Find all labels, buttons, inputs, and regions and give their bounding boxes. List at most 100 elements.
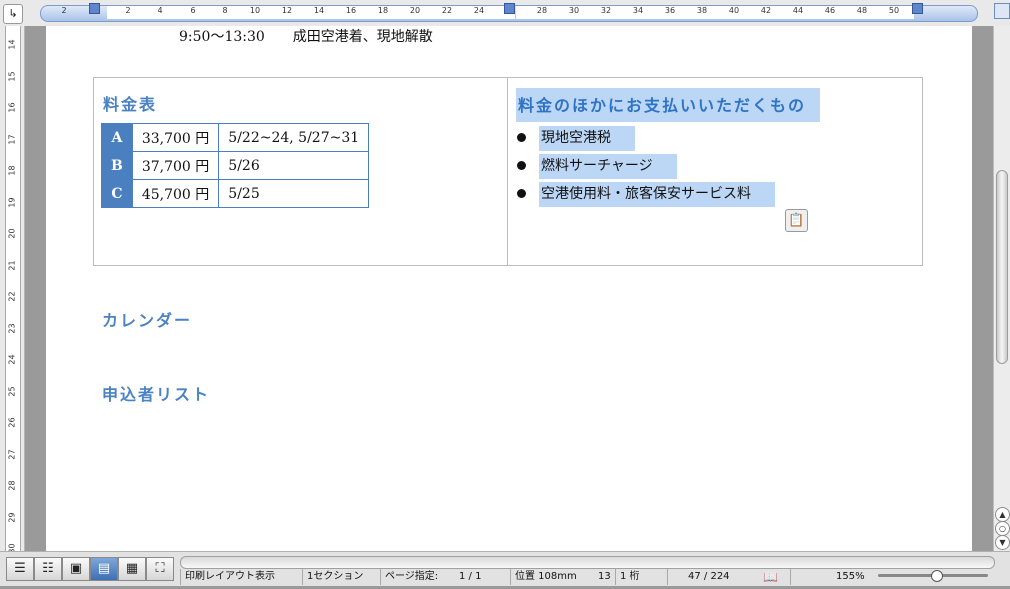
ruler-tick-label: 44: [792, 6, 804, 15]
ruler-tick-label: 22: [441, 6, 453, 15]
list-item-text: 燃料サーチャージ: [539, 154, 677, 179]
vertical-ruler[interactable]: 141516171819202122232425262728293031: [0, 26, 25, 585]
ruler-tick-label: 4: [157, 6, 163, 15]
list-item[interactable]: 空港使用料・旅客保安サービス料: [516, 182, 775, 207]
ruler-tick-label: 20: [409, 6, 421, 15]
ruler-tick-label: 2: [125, 6, 131, 15]
zoom-slider-knob[interactable]: [931, 570, 943, 582]
line-number: 13: [598, 571, 611, 582]
table-row[interactable]: B 37,700 円 5/26: [101, 151, 370, 180]
vertical-ruler-tick-label: 23: [7, 322, 17, 334]
plan-dates: 5/25: [218, 179, 370, 208]
horizontal-ruler[interactable]: ↳ 2 2 4 6 8 10 12 14 16 18 20 22 24 28 30 32 34 36 38 40 42 4…: [0, 0, 1010, 27]
table-row[interactable]: A 33,700 円 5/22~24, 5/27~31: [101, 123, 370, 152]
vertical-ruler-tick-label: 26: [7, 417, 17, 428]
vertical-ruler-tick-label: 25: [7, 385, 17, 397]
column-number: 1 桁: [615, 569, 640, 585]
applicant-list-heading: 申込者リスト: [102, 385, 211, 404]
section-label: 1セクション: [302, 569, 363, 585]
browse-object-icon[interactable]: ○: [995, 521, 1010, 536]
draft-view-button[interactable]: ☰: [6, 557, 34, 581]
vertical-ruler-tick-label: 27: [7, 448, 17, 460]
ruler-tick-label: 46: [824, 6, 836, 15]
bullet-icon: [517, 161, 526, 170]
list-item[interactable]: 燃料サーチャージ: [516, 154, 677, 179]
ruler-toggle-icon[interactable]: [994, 3, 1010, 19]
ruler-tick-label: 32: [600, 6, 612, 15]
plan-letter: A: [101, 123, 133, 152]
vertical-ruler-tick-label: 24: [7, 354, 17, 365]
notebook-layout-button[interactable]: ▦: [118, 557, 146, 581]
publishing-layout-button[interactable]: ▣: [62, 557, 90, 581]
right-indent-marker[interactable]: [912, 3, 923, 14]
plan-price: 45,700 円: [131, 179, 220, 208]
spelling-check-icon[interactable]: 📖: [763, 570, 783, 584]
bullet-icon: [517, 133, 526, 142]
fee-table-heading: 料金表: [103, 95, 158, 114]
list-item-text: 空港使用料・旅客保安サービス料: [539, 182, 775, 207]
left-indent-marker[interactable]: [89, 3, 100, 14]
plan-dates: 5/22~24, 5/27~31: [218, 123, 370, 152]
document-page[interactable]: 9:50〜13:30 成田空港着、現地解散 料金表 A 33,700 円 5/2…: [46, 26, 972, 551]
paste-options-icon[interactable]: 📋: [785, 209, 808, 232]
ruler-tick-label: 8: [222, 6, 228, 15]
status-bar: ☰ ☷ ▣ ▤ ▦ ⛶ 印刷レイアウト表示 1セクション ページ指定: 1 / …: [0, 551, 1010, 586]
vertical-ruler-tick-label: 29: [7, 511, 17, 523]
ruler-tick-label: 36: [664, 6, 676, 15]
document-canvas[interactable]: 9:50〜13:30 成田空港着、現地解散 料金表 A 33,700 円 5/2…: [25, 26, 993, 551]
ruler-tick-label: 48: [856, 6, 868, 15]
column-margin-marker[interactable]: [504, 3, 515, 14]
vertical-scroll-thumb[interactable]: [996, 170, 1008, 364]
ruler-tick-label: 16: [345, 6, 357, 15]
vertical-ruler-tick-label: 16: [7, 102, 17, 113]
extra-charges-heading: 料金のほかにお支払いいただくもの: [516, 88, 821, 122]
plan-letter: C: [101, 179, 133, 208]
vertical-ruler-tick-label: 28: [7, 480, 17, 491]
ruler-tick-label: 24: [473, 6, 485, 15]
position-label: 位置 108mm: [510, 569, 577, 585]
next-page-icon[interactable]: ▼: [995, 535, 1010, 550]
calendar-heading: カレンダー: [102, 311, 193, 330]
previous-page-icon[interactable]: ▲: [995, 507, 1010, 522]
vertical-ruler-tick-label: 18: [7, 165, 17, 176]
vertical-ruler-tick-label: 17: [7, 133, 17, 145]
horizontal-scrollbar[interactable]: [180, 556, 995, 569]
list-item[interactable]: 現地空港税: [516, 126, 635, 151]
zoom-level: 155%: [790, 569, 865, 585]
ruler-tick-label: 18: [377, 6, 389, 15]
ruler-tick-label: 14: [313, 6, 325, 15]
ruler-tick-label: 30: [568, 6, 580, 15]
plan-price: 37,700 円: [131, 151, 220, 180]
ruler-tick-label: 50: [888, 6, 900, 15]
ruler-tick-label: 34: [632, 6, 644, 15]
ruler-tick-label: 42: [760, 6, 772, 15]
full-screen-button[interactable]: ⛶: [146, 557, 174, 581]
vertical-ruler-tick-labels: 141516171819202122232425262728293031: [5, 26, 19, 585]
plan-price: 33,700 円: [131, 123, 220, 152]
ruler-tick-label: 10: [249, 6, 261, 15]
ruler-tick-label: 2: [61, 6, 67, 15]
vertical-ruler-tick-label: 14: [7, 39, 17, 50]
page-value: 1 / 1: [459, 571, 482, 582]
word-count[interactable]: 47 / 224: [667, 569, 730, 585]
fee-table[interactable]: A 33,700 円 5/22~24, 5/27~31 B 37,700 円 5…: [101, 123, 370, 208]
print-layout-button[interactable]: ▤: [90, 557, 118, 581]
table-divider: [507, 78, 508, 265]
vertical-ruler-tick-label: 19: [7, 196, 17, 208]
ruler-tick-label: 40: [728, 6, 740, 15]
ruler-tick-label: 12: [281, 6, 293, 15]
ruler-tick-label: 6: [190, 6, 196, 15]
layout-table[interactable]: 料金表 A 33,700 円 5/22~24, 5/27~31 B 37,700…: [93, 77, 923, 266]
vertical-ruler-tick-label: 21: [7, 259, 17, 271]
schedule-text: 9:50〜13:30 成田空港着、現地解散: [179, 29, 433, 45]
page-label: ページ指定:: [380, 569, 438, 585]
plan-letter: B: [101, 151, 133, 180]
vertical-ruler-tick-label: 15: [7, 70, 17, 82]
table-row[interactable]: C 45,700 円 5/25: [101, 179, 370, 208]
plan-dates: 5/26: [218, 151, 370, 180]
ruler-tick-label: 38: [696, 6, 708, 15]
vertical-ruler-tick-label: 20: [7, 228, 17, 239]
list-item-text: 現地空港税: [539, 126, 635, 151]
vertical-ruler-tick-label: 22: [7, 291, 17, 302]
outline-view-button[interactable]: ☷: [34, 557, 62, 581]
